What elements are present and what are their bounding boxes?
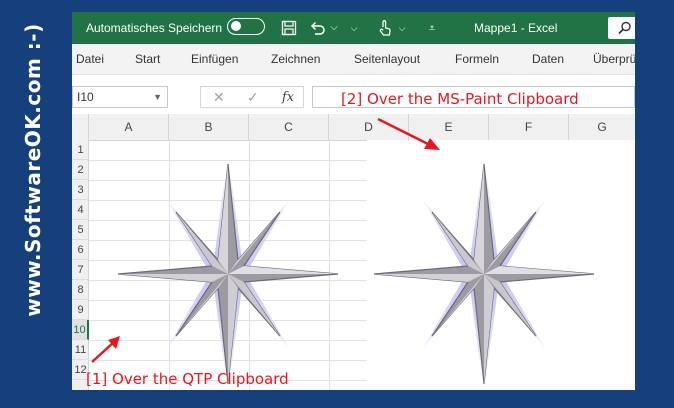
excel-window: Automatisches Speichern ⌵ ⌵ ⌵ ⩡ Mappe1 -…: [72, 12, 635, 390]
annotation-arrows: [91, 117, 440, 363]
watermark-text: www.SoftwareOK.com :-): [21, 23, 45, 317]
arrow-line-paint: [377, 117, 433, 148]
watermark-banner: www.SoftwareOK.com :-): [0, 0, 66, 408]
arrow-line-qtp: [91, 341, 115, 363]
